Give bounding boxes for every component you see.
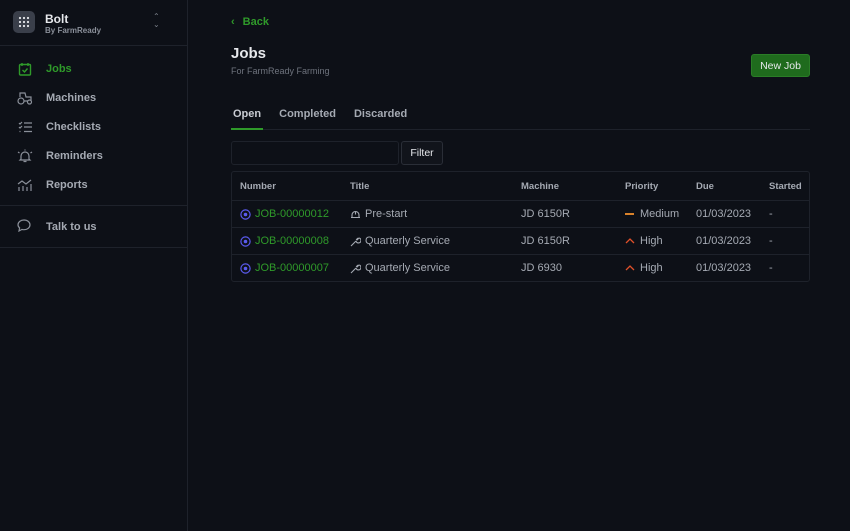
- tab-completed[interactable]: Completed: [277, 104, 338, 130]
- chart-icon: [17, 177, 33, 193]
- priority-high-icon: [625, 265, 635, 271]
- job-due: 01/03/2023: [696, 208, 752, 220]
- talk-to-us-link[interactable]: Talk to us: [0, 206, 187, 248]
- job-machine: JD 6150R: [521, 235, 570, 247]
- sidebar-item-label: Checklists: [46, 120, 102, 133]
- filter-button[interactable]: Filter: [401, 141, 443, 165]
- tab-discarded[interactable]: Discarded: [352, 104, 409, 130]
- job-started: -: [769, 262, 773, 274]
- chat-bubble-icon: [17, 218, 33, 235]
- table-row[interactable]: JOB-00000008 Quarterly Service JD 6150R …: [232, 227, 809, 254]
- tab-open[interactable]: Open: [231, 104, 264, 130]
- column-header-number[interactable]: Number: [232, 181, 342, 192]
- grid-icon: [13, 11, 35, 33]
- open-status-icon: [240, 208, 251, 220]
- sidebar-item-jobs[interactable]: Jobs: [0, 54, 187, 83]
- open-status-icon: [240, 262, 251, 274]
- job-due: 01/03/2023: [696, 235, 752, 247]
- page-title: Jobs: [231, 45, 267, 62]
- job-number-link[interactable]: JOB-00000012: [255, 208, 329, 220]
- filter-input[interactable]: [231, 141, 399, 165]
- sidebar-item-label: Reminders: [46, 149, 103, 162]
- checklist-icon: [17, 119, 33, 135]
- column-header-title[interactable]: Title: [342, 181, 513, 192]
- tractor-icon: [17, 90, 33, 106]
- org-switcher[interactable]: Bolt By FarmReady ⌃ ⌄: [0, 0, 187, 46]
- job-title: Pre-start: [365, 208, 408, 220]
- wrench-icon: [350, 263, 361, 274]
- sidebar: Bolt By FarmReady ⌃ ⌄ Jobs Machines Check…: [0, 0, 188, 531]
- job-number-link[interactable]: JOB-00000007: [255, 262, 329, 274]
- job-started: -: [769, 235, 773, 247]
- column-header-machine[interactable]: Machine: [513, 181, 617, 192]
- job-machine: JD 6930: [521, 262, 562, 274]
- sidebar-item-reports[interactable]: Reports: [0, 170, 187, 199]
- column-header-started[interactable]: Started: [761, 181, 809, 192]
- sidebar-item-reminders[interactable]: Reminders: [0, 141, 187, 170]
- back-link[interactable]: ‹ Back: [231, 16, 269, 28]
- tabs: Open Completed Discarded: [231, 104, 810, 130]
- calendar-check-icon: [17, 61, 33, 77]
- job-started: -: [769, 208, 773, 220]
- job-title: Quarterly Service: [365, 235, 450, 247]
- brand-subtitle: By FarmReady: [45, 26, 102, 35]
- open-status-icon: [240, 235, 251, 247]
- job-machine: JD 6150R: [521, 208, 570, 220]
- page-subtitle: For FarmReady Farming: [231, 66, 330, 76]
- jobs-table: Number Title Machine Priority Due Starte…: [231, 171, 810, 282]
- job-priority: Medium: [640, 208, 680, 220]
- sidebar-item-checklists[interactable]: Checklists: [0, 112, 187, 141]
- new-job-button[interactable]: New Job: [751, 54, 810, 77]
- column-header-due[interactable]: Due: [688, 181, 761, 192]
- wrench-icon: [350, 236, 361, 247]
- brand-name: Bolt: [45, 12, 69, 26]
- bell-icon: [17, 148, 33, 164]
- job-number-link[interactable]: JOB-00000008: [255, 235, 329, 247]
- sidebar-item-label: Machines: [46, 91, 97, 104]
- back-label: Back: [242, 16, 269, 28]
- hard-hat-icon: [350, 210, 361, 219]
- job-priority: High: [640, 262, 663, 274]
- column-header-priority[interactable]: Priority: [617, 181, 688, 192]
- chevron-left-icon: ‹: [231, 16, 235, 28]
- job-due: 01/03/2023: [696, 262, 752, 274]
- job-title: Quarterly Service: [365, 262, 450, 274]
- table-header: Number Title Machine Priority Due Starte…: [232, 172, 809, 200]
- sidebar-nav: Jobs Machines Checklists Reminders Repor…: [0, 46, 187, 206]
- sidebar-item-machines[interactable]: Machines: [0, 83, 187, 112]
- chevron-up-down-icon[interactable]: ⌃ ⌄: [153, 13, 160, 29]
- talk-label: Talk to us: [46, 220, 97, 233]
- job-priority: High: [640, 235, 663, 247]
- table-row[interactable]: JOB-00000012 Pre-start JD 6150R Medium 0…: [232, 200, 809, 227]
- priority-high-icon: [625, 238, 635, 244]
- sidebar-item-label: Jobs: [46, 62, 72, 75]
- sidebar-item-label: Reports: [46, 178, 88, 191]
- priority-medium-icon: [625, 212, 635, 216]
- table-row[interactable]: JOB-00000007 Quarterly Service JD 6930 H…: [232, 254, 809, 281]
